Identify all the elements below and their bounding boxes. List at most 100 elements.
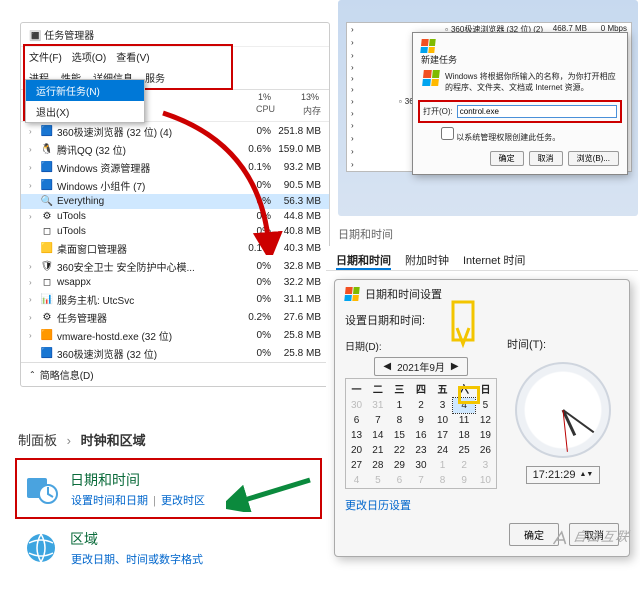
mem-cell: 40.3 MB [275,243,321,254]
calendar-day[interactable]: 28 [367,458,389,473]
calendar-day[interactable]: 20 [346,443,368,458]
process-row[interactable]: ›🐧腾讯QQ (32 位)0.6%159.0 MB [21,140,329,158]
calendar-day[interactable]: 30 [410,458,432,473]
calendar-day[interactable]: 2 [453,458,475,473]
spinner-icon[interactable]: ▲▼ [579,472,593,478]
app-icon: 🟨 [41,242,53,254]
calendar-day[interactable]: 14 [367,428,389,443]
calendar-day[interactable]: 30 [346,398,368,413]
browse-button[interactable]: 浏览(B)... [568,151,619,166]
process-row[interactable]: ›🟦360极速浏览器 (32 位) (4)0%251.8 MB [21,122,329,140]
month-caption[interactable]: 2021年9月 [397,359,445,374]
calendar-day[interactable]: 24 [432,443,454,458]
calendar-day[interactable]: 12 [475,413,497,428]
admin-checkbox[interactable] [441,127,454,140]
process-row[interactable]: ›◻wsappx0%32.2 MB [21,275,329,290]
calendar-day[interactable]: 27 [346,458,368,473]
cpu-cell: 0.2% [225,312,271,323]
time-label: 时间(T): [507,336,619,356]
calendar-day[interactable]: 7 [367,413,389,428]
process-name: 服务主机: UtcSvc [57,292,221,307]
calendar-day[interactable]: 8 [432,473,454,489]
calendar: 日期(D): ◀ 2021年9月 ▶ 一二三四五六日30311234567891… [345,336,497,489]
process-row[interactable]: 🟦360极速浏览器 (32 位)0%25.8 MB [21,344,329,362]
toggle-details[interactable]: ⌃ 简略信息(D) [21,362,329,386]
process-row[interactable]: ›⚙uTools0%44.8 MB [21,209,329,224]
calendar-day[interactable]: 22 [389,443,411,458]
mem-cell: 251.8 MB [275,126,321,137]
calendar-day[interactable]: 8 [389,413,411,428]
card-link[interactable]: 更改日期、时间或数字格式 [70,554,204,566]
calendar-day[interactable]: 4 [346,473,368,489]
calendar-day[interactable]: 18 [453,428,475,443]
app-icon: ◻ [41,226,53,238]
calendar-day[interactable]: 19 [475,428,497,443]
next-month-icon[interactable]: ▶ [451,361,459,372]
process-name: wsappx [57,277,221,288]
ok-button[interactable]: 确定 [490,151,524,166]
tab-additional-clocks[interactable]: 附加时钟 [405,252,449,270]
calendar-day[interactable]: 6 [389,473,411,489]
process-row[interactable]: 🔍Everything0%56.3 MB [21,194,329,209]
mem-cell: 40.8 MB [275,226,321,237]
calendar-day[interactable]: 6 [346,413,368,428]
control-panel-card[interactable]: 区域更改日期、时间或数字格式 [16,518,321,577]
tab-date-time[interactable]: 日期和时间 [336,252,391,270]
process-list: ›🟦360极速浏览器 (32 位) (4)0%251.8 MB›🐧腾讯QQ (3… [21,122,329,362]
chevron-right-icon: › [29,295,37,304]
calendar-day[interactable]: 3 [475,458,497,473]
process-name: 360极速浏览器 (32 位) [57,346,221,361]
calendar-day[interactable]: 3 [432,398,454,413]
menu-exit[interactable]: 退出(X) [26,101,144,122]
app-icon: 🟦 [41,125,53,137]
calendar-day[interactable]: 1 [432,458,454,473]
calendar-day[interactable]: 26 [475,443,497,458]
windows-logo-icon [344,287,359,301]
process-row[interactable]: ›🛡360安全卫士 安全防护中心模...0%32.8 MB [21,257,329,275]
card-link[interactable]: 更改时区 [160,495,206,507]
process-row[interactable]: ◻uTools0%40.8 MB [21,224,329,239]
calendar-day[interactable]: 9 [453,473,475,489]
calendar-day[interactable]: 11 [453,413,475,428]
calendar-day[interactable]: 31 [367,398,389,413]
calendar-day[interactable]: 25 [453,443,475,458]
process-row[interactable]: 🟨桌面窗口管理器0.1%40.3 MB [21,239,329,257]
calendar-day[interactable]: 2 [410,398,432,413]
task-manager-window: 🔳 任务管理器 文件(F) 选项(O) 查看(V) 运行新任务(N) 退出(X)… [20,22,330,387]
set-date-time-label: 设置日期和时间: [345,308,619,336]
card-link[interactable]: 设置时间和日期 [70,495,149,507]
process-row[interactable]: ›🟦Windows 小组件 (7)0%90.5 MB [21,176,329,194]
open-input[interactable] [457,105,617,118]
calendar-day[interactable]: 29 [389,458,411,473]
prev-month-icon[interactable]: ◀ [383,361,391,372]
process-row[interactable]: ›📊服务主机: UtcSvc0%31.1 MB [21,290,329,308]
calendar-day[interactable]: 7 [410,473,432,489]
calendar-day[interactable]: 9 [410,413,432,428]
calendar-day[interactable]: 15 [389,428,411,443]
admin-checkbox-row[interactable]: 以系统管理权限创建此任务。 [421,125,619,147]
time-input[interactable]: 17:21:29 ▲▼ [526,466,601,484]
calendar-day[interactable]: 21 [367,443,389,458]
change-calendar-link[interactable]: 更改日历设置 [345,489,411,513]
col-cpu[interactable]: CPU [229,104,275,117]
mem-cell: 159.0 MB [275,144,321,155]
calendar-day[interactable]: 17 [432,428,454,443]
calendar-day[interactable]: 13 [346,428,368,443]
calendar-day[interactable]: 23 [410,443,432,458]
tab-internet-time[interactable]: Internet 时间 [463,252,525,270]
card-links: 更改日期、时间或数字格式 [70,549,204,567]
calendar-day[interactable]: 1 [389,398,411,413]
menu-run-new-task[interactable]: 运行新任务(N) [26,80,144,101]
calendar-day[interactable]: 10 [432,413,454,428]
calendar-day[interactable]: 10 [475,473,497,489]
cancel-button[interactable]: 取消 [529,151,563,166]
process-name: vmware-hostd.exe (32 位) [57,328,221,343]
process-row[interactable]: ›🟦Windows 资源管理器0.1%93.2 MB [21,158,329,176]
calendar-day[interactable]: 5 [367,473,389,489]
process-row[interactable]: ›🟧vmware-hostd.exe (32 位)0%25.8 MB [21,326,329,344]
process-row[interactable]: ›⚙任务管理器0.2%27.6 MB [21,308,329,326]
app-icon: 🔍 [41,196,53,208]
col-mem[interactable]: 内存 [275,104,321,117]
calendar-day[interactable]: 16 [410,428,432,443]
process-name: 桌面窗口管理器 [57,241,221,256]
